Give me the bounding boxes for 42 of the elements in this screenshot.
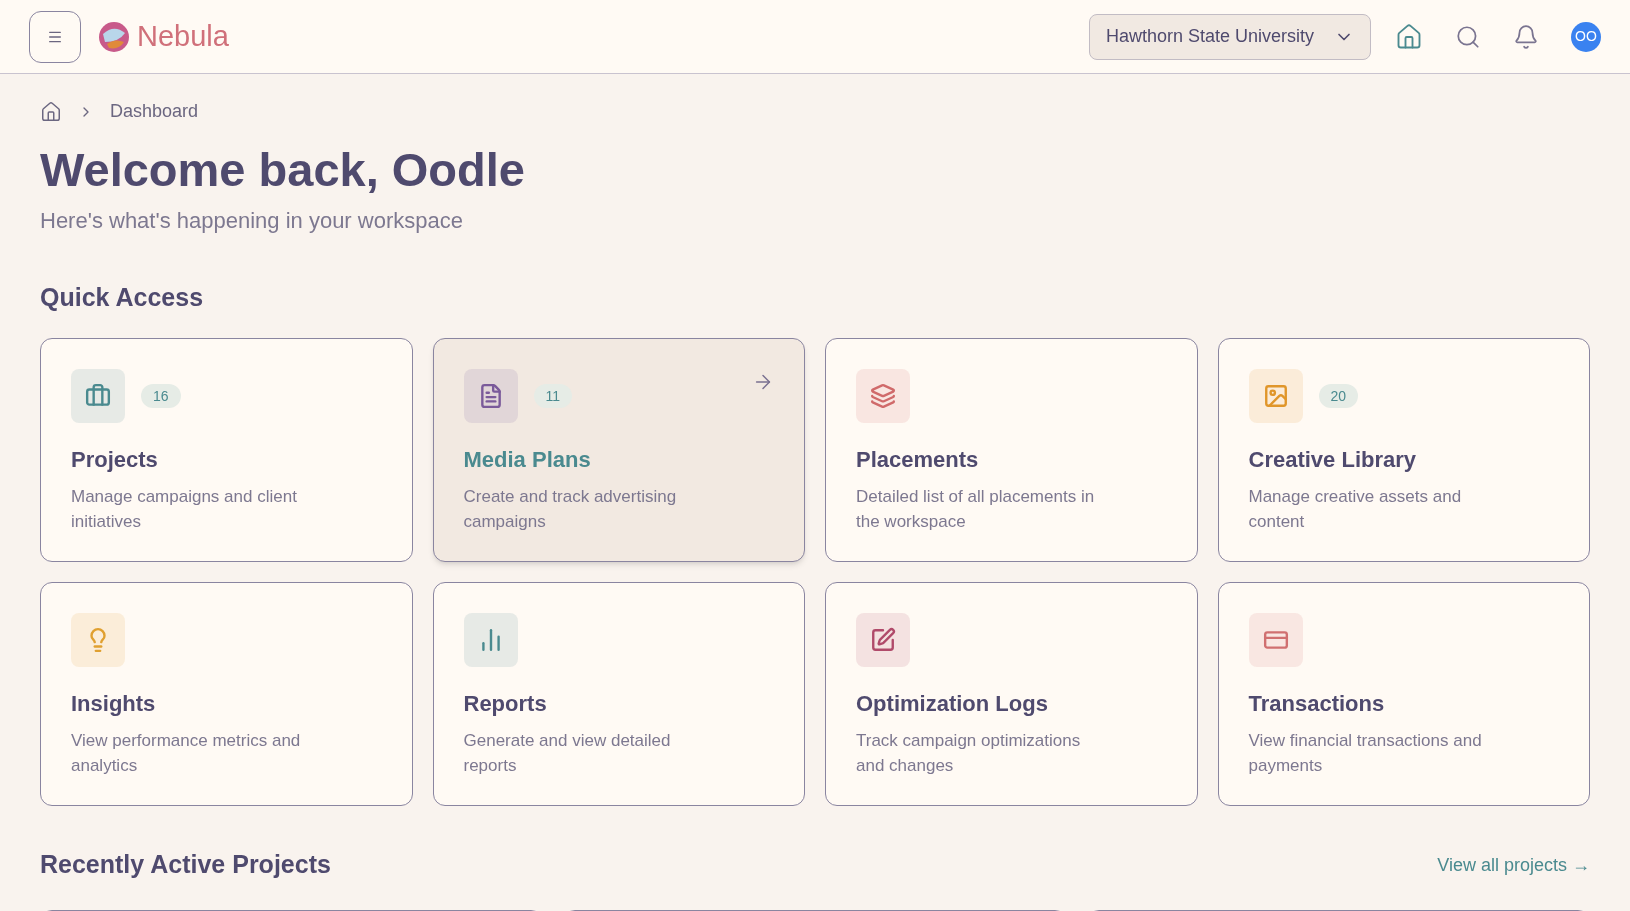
card-description: View performance metrics and analytics <box>71 730 302 778</box>
user-avatar[interactable]: OO <box>1571 21 1601 52</box>
card-title: Placements <box>856 446 980 475</box>
card-description: Create and track advertising campaigns <box>463 486 678 534</box>
card-title: Media Plans <box>463 446 592 475</box>
quick-access-card[interactable]: Insights View performance metrics and analytics <box>40 582 413 807</box>
menu-button[interactable] <box>29 10 81 63</box>
count-badge: 20 <box>1318 384 1359 409</box>
quick-access-card[interactable]: 11 Media Plans Create and track advertising campaigns <box>432 338 805 563</box>
card-description: Detailed list of all placements in the workspace <box>856 486 1096 534</box>
quick-access-card[interactable]: 16 Projects Manage campaigns and client initiatives <box>40 338 413 563</box>
quick-access-card[interactable]: Reports Generate and view detailed reports <box>432 582 805 807</box>
quick-access-card[interactable]: Transactions View financial transactions and payments <box>1217 582 1590 807</box>
quick-access-card[interactable]: Optimization Logs Track campaign optimizations and changes <box>825 582 1198 807</box>
search-icon[interactable] <box>1455 23 1481 50</box>
quick-access-card[interactable]: 20 Creative Library Manage creative assets and content <box>1217 338 1590 563</box>
logo-icon <box>97 19 131 54</box>
card-title: Insights <box>71 690 157 719</box>
card-title: Projects <box>71 446 159 475</box>
home-icon[interactable] <box>1395 22 1423 51</box>
section-title: Quick Access <box>40 281 205 313</box>
notifications-icon[interactable] <box>1513 23 1539 50</box>
card-title: Reports <box>463 690 548 719</box>
view-all-projects-link[interactable]: View all projects → <box>1437 851 1590 879</box>
card-description: Track campaign optimizations and changes <box>856 730 1082 778</box>
count-badge: 16 <box>141 384 181 409</box>
breadcrumb-item[interactable]: Dashboard <box>110 98 199 125</box>
brand-name: Nebula <box>137 18 229 54</box>
breadcrumb-home-icon[interactable] <box>40 100 62 123</box>
page-subtitle: Here's what's happening in your workspace <box>40 206 464 235</box>
card-description: Manage creative assets and content <box>1248 486 1463 534</box>
card-description: View financial transactions and payments <box>1248 730 1483 778</box>
card-description: Generate and view detailed reports <box>463 730 672 778</box>
card-description: Manage campaigns and client initiatives <box>71 486 298 534</box>
card-title: Transactions <box>1248 690 1386 719</box>
count-badge: 11 <box>533 384 573 409</box>
card-title: Optimization Logs <box>856 690 1049 719</box>
section-title: Recently Active Projects <box>40 849 331 881</box>
page-title: Welcome back, Oodle <box>40 142 526 198</box>
quick-access-card[interactable]: Placements Detailed list of all placements in the workspace <box>825 338 1198 563</box>
card-title: Creative Library <box>1248 446 1418 475</box>
workspace-dropdown[interactable]: Hawthorn State University <box>1088 13 1371 60</box>
